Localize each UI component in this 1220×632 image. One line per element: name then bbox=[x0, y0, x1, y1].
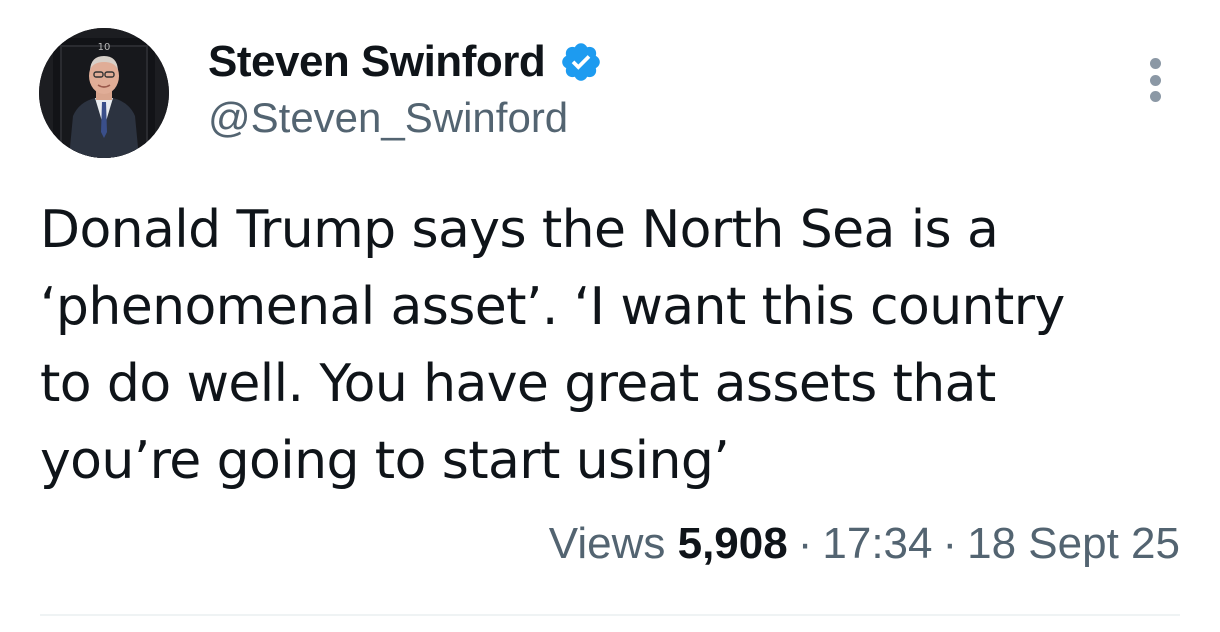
tweet-text: Donald Trump says the North Sea is a ‘ph… bbox=[40, 200, 1065, 491]
more-dot bbox=[1149, 58, 1161, 69]
profile-photo-icon: 10 bbox=[39, 28, 169, 158]
views-label: Views bbox=[548, 519, 666, 568]
divider bbox=[40, 614, 1180, 616]
author-handle[interactable]: @Steven_Swinford bbox=[208, 94, 568, 142]
author-display-name[interactable]: Steven Swinford bbox=[208, 37, 546, 87]
author-row: Steven Swinford bbox=[208, 36, 603, 88]
meta-separator: · bbox=[797, 519, 813, 568]
views-count[interactable]: 5,908 bbox=[678, 519, 788, 569]
more-dot bbox=[1149, 91, 1161, 102]
tweet-card: 10 Steven Swinford @Steven_Swinford Dona… bbox=[0, 0, 1220, 632]
more-options-icon[interactable] bbox=[1143, 58, 1167, 102]
tweet-time[interactable]: 17:34 bbox=[822, 519, 932, 569]
verified-badge-icon[interactable] bbox=[559, 40, 603, 84]
avatar[interactable]: 10 bbox=[39, 28, 169, 158]
door-number: 10 bbox=[98, 42, 111, 53]
tweet-meta: Views 5,908 · 17:34 · 18 Sept 25 bbox=[549, 519, 1180, 569]
tweet-date[interactable]: 18 Sept 25 bbox=[967, 519, 1180, 569]
meta-separator: · bbox=[942, 519, 958, 568]
more-dot bbox=[1149, 74, 1161, 86]
